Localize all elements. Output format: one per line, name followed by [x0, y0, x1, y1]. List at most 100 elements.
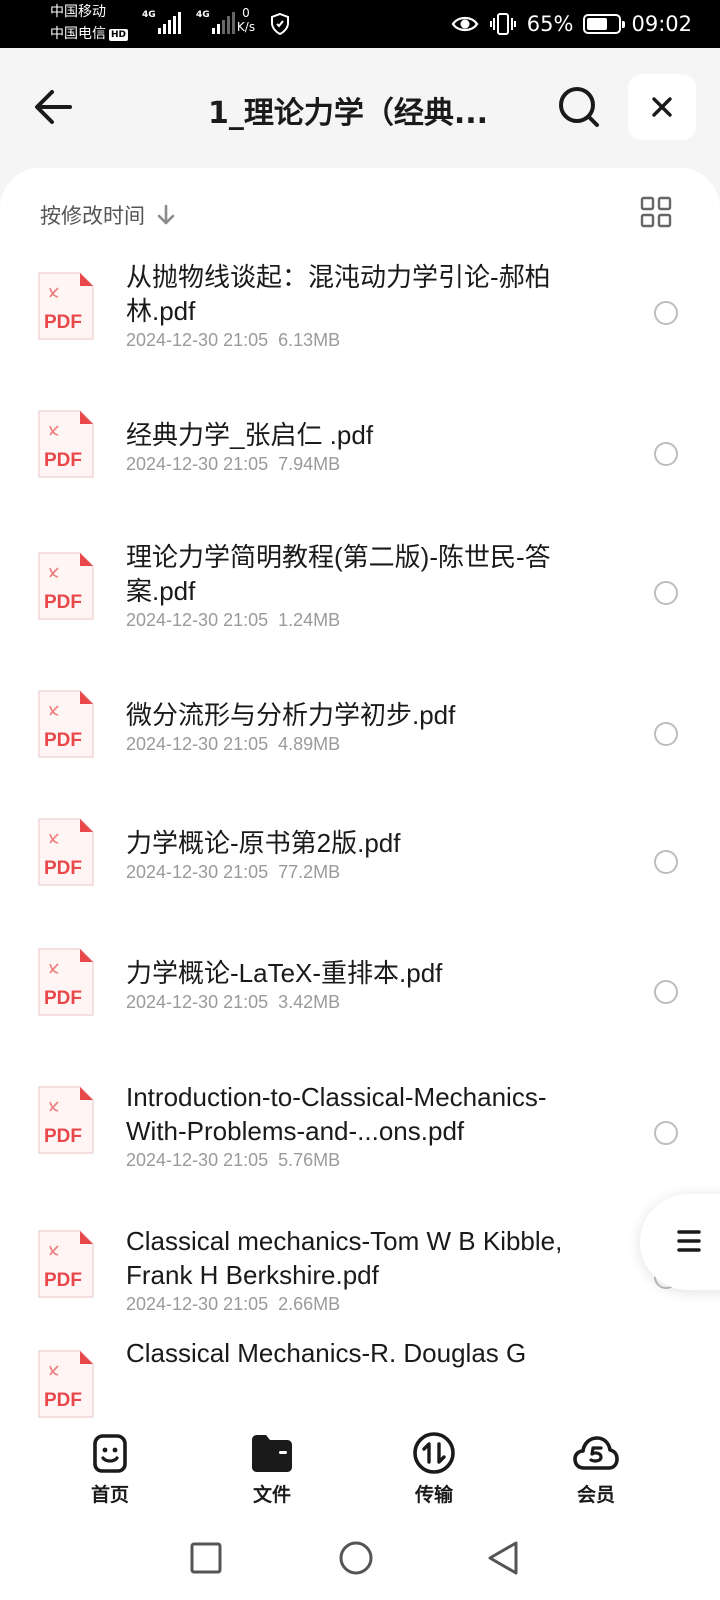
file-list-item[interactable]: PDF 力学概论-LaTeX-重排本.pdf 2024-12-30 21:05 3.4… [0, 934, 720, 1070]
pdf-label: PDF [44, 1126, 82, 1147]
search-icon[interactable] [556, 84, 602, 130]
recent-apps-icon[interactable] [186, 1538, 226, 1578]
pdf-label: PDF [44, 988, 82, 1009]
file-size: 4.89MB [278, 734, 341, 754]
file-list-item[interactable]: PDF Classical Mechanics-R. Douglas G [0, 1336, 720, 1418]
pdf-label: PDF [44, 730, 82, 751]
file-date: 2024-12-30 21:05 [126, 1294, 269, 1314]
file-meta: 2024-12-30 21:05 1.24MB [126, 610, 340, 631]
pdf-label: PDF [44, 592, 82, 613]
file-meta: 2024-12-30 21:05 4.89MB [126, 734, 340, 755]
nav-item-transfer[interactable]: 传输 [384, 1430, 484, 1507]
select-radio[interactable] [654, 850, 678, 874]
nav-label-vip: 会员 [576, 1484, 615, 1506]
bottom-nav: 首页 文件 传输 会员 [0, 1418, 720, 1518]
file-size: 77.2MB [278, 862, 341, 882]
signal-1-tech: 4G [142, 10, 156, 20]
pdf-label: PDF [44, 312, 82, 333]
nav-item-vip[interactable]: 会员 [546, 1430, 646, 1507]
file-size: 7.94MB [278, 454, 341, 474]
pdf-file-icon: PDF [38, 948, 94, 1016]
eye-icon [451, 16, 479, 32]
pdf-file-icon: PDF [38, 818, 94, 886]
file-browser: 按修改时间 PDF 从抛物线谈起：混沌动力学引论-郝柏林.pdf 2024-12-3… [0, 168, 720, 1418]
pdf-label: PDF [44, 450, 82, 471]
file-meta: 2024-12-30 21:05 2.66MB [126, 1294, 340, 1315]
nav-item-files[interactable]: 文件 [222, 1430, 322, 1507]
status-bar: 中国移动 中国电信 HD 4G 4G 0 K/s 65% 09:02 [0, 0, 720, 48]
sort-toggle[interactable]: 按修改时间 [40, 198, 177, 232]
close-icon [652, 97, 672, 117]
file-meta: 2024-12-30 21:05 5.76MB [126, 1150, 340, 1171]
pdf-file-icon: PDF [38, 690, 94, 758]
file-meta: 2024-12-30 21:05 6.13MB [126, 330, 340, 351]
pdf-file-icon: PDF [38, 552, 94, 620]
vibrate-icon [489, 13, 516, 35]
file-list-item[interactable]: PDF 经典力学_张启仁 .pdf 2024-12-30 21:05 7.94MB [0, 396, 720, 536]
select-radio[interactable] [654, 442, 678, 466]
arrow-down-icon [157, 204, 175, 225]
home-face-icon [93, 1434, 127, 1473]
file-list-item[interactable]: PDF 从抛物线谈起：混沌动力学引论-郝柏林.pdf 2024-12-30 21:0… [0, 256, 720, 396]
file-name: 经典力学_张启仁 .pdf [126, 420, 374, 450]
file-name: 微分流形与分析力学初步.pdf [126, 700, 456, 730]
pdf-file-icon: PDF [38, 1086, 94, 1154]
file-list-item[interactable]: PDF 力学概论-原书第2版.pdf 2024-12-30 21:05 77.2MB [0, 804, 720, 934]
nav-item-home[interactable]: 首页 [60, 1430, 160, 1507]
file-name: Introduction-to-Classical-Mechanics-With… [126, 1082, 547, 1146]
select-radio[interactable] [654, 980, 678, 1004]
pdf-label: PDF [44, 858, 82, 879]
file-date: 2024-12-30 21:05 [126, 610, 269, 630]
select-radio[interactable] [654, 581, 678, 605]
nav-label-transfer: 传输 [414, 1484, 453, 1506]
pdf-file-icon: PDF [38, 410, 94, 478]
menu-lines-icon [677, 1230, 701, 1252]
pdf-file-icon: PDF [38, 1230, 94, 1298]
status-right: 65% 09:02 [451, 0, 692, 48]
carrier-1: 中国移动 [50, 4, 106, 20]
file-name: 力学概论-LaTeX-重排本.pdf [126, 958, 443, 988]
file-date: 2024-12-30 21:05 [126, 734, 269, 754]
hd-badge: HD [109, 29, 129, 41]
header: 1_理论力学（经典... [0, 48, 720, 168]
clock: 09:02 [631, 12, 692, 36]
back-arrow-icon[interactable] [30, 86, 78, 128]
select-radio[interactable] [654, 1121, 678, 1145]
carrier-2: 中国电信 HD [50, 26, 129, 42]
file-date: 2024-12-30 21:05 [126, 862, 269, 882]
file-name: Classical mechanics-Tom W B Kibble, Fran… [126, 1226, 563, 1290]
select-radio[interactable] [654, 301, 678, 325]
folder-icon [252, 1435, 292, 1472]
transfer-icon [413, 1432, 455, 1474]
file-meta: 2024-12-30 21:05 77.2MB [126, 862, 340, 883]
select-radio[interactable] [654, 722, 678, 746]
wifi-shield-icon [271, 12, 289, 36]
file-size: 1.24MB [278, 610, 341, 630]
file-size: 2.66MB [278, 1294, 341, 1314]
system-nav-bar [0, 1518, 720, 1600]
file-list-item[interactable]: PDF Introduction-to-Classical-Mechanics-W… [0, 1070, 720, 1214]
grid-view-icon[interactable] [640, 196, 672, 228]
battery-icon [583, 14, 626, 34]
sort-label: 按修改时间 [40, 204, 145, 228]
file-name: Classical Mechanics-R. Douglas G [126, 1338, 527, 1368]
home-circle-icon[interactable] [336, 1538, 376, 1578]
file-list: PDF 从抛物线谈起：混沌动力学引论-郝柏林.pdf 2024-12-30 21:0… [0, 256, 720, 1418]
network-speed-value: 0 [242, 6, 250, 20]
back-triangle-icon[interactable] [484, 1538, 524, 1578]
network-speed-unit: K/s [236, 20, 256, 34]
battery-percent: 65% [526, 12, 574, 36]
signal-2-tech: 4G [196, 10, 210, 20]
file-list-item[interactable]: PDF 微分流形与分析力学初步.pdf 2024-12-30 21:05 4.89MB [0, 676, 720, 804]
pdf-file-icon: PDF [38, 1350, 94, 1418]
file-list-item[interactable]: PDF Classical mechanics-Tom W B Kibble, F… [0, 1214, 720, 1336]
file-date: 2024-12-30 21:05 [126, 330, 269, 350]
nav-label-home: 首页 [90, 1484, 129, 1506]
file-size: 5.76MB [278, 1150, 341, 1170]
file-name: 力学概论-原书第2版.pdf [126, 828, 401, 858]
file-list-item[interactable]: PDF 理论力学简明教程(第二版)-陈世民-答案.pdf 2024-12-30 21… [0, 536, 720, 676]
page-title: 1_理论力学（经典... [208, 96, 489, 131]
close-button[interactable] [628, 74, 696, 140]
file-date: 2024-12-30 21:05 [126, 1150, 269, 1170]
file-meta: 2024-12-30 21:05 3.42MB [126, 992, 340, 1013]
